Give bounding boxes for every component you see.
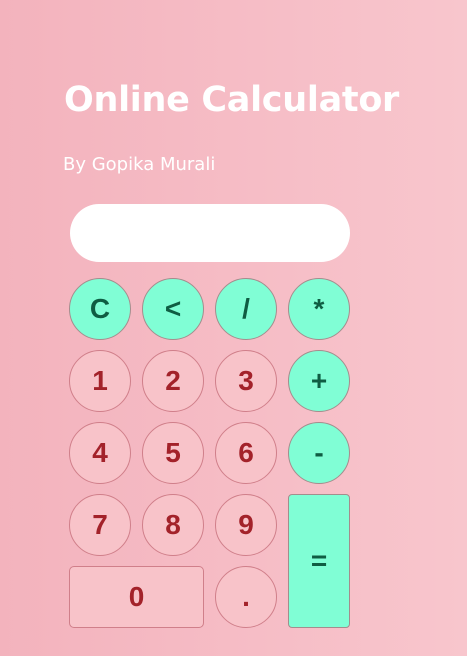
- multiply-label: *: [313, 293, 325, 324]
- digit-0-button[interactable]: 0: [69, 566, 204, 628]
- digit-3-button[interactable]: 3: [215, 350, 277, 412]
- digit-2-button[interactable]: 2: [142, 350, 204, 412]
- digit-1-button[interactable]: 1: [69, 350, 131, 412]
- digit-4-button[interactable]: 4: [69, 422, 131, 484]
- equals-label: =: [310, 545, 328, 576]
- backspace-button[interactable]: <: [142, 278, 204, 340]
- digit-5-label: 5: [165, 437, 181, 468]
- digit-8-label: 8: [165, 509, 181, 540]
- digit-6-button[interactable]: 6: [215, 422, 277, 484]
- author-credit: By Gopika Murali: [63, 154, 216, 175]
- digit-2-label: 2: [165, 365, 181, 396]
- clear-label: C: [89, 293, 111, 324]
- digit-9-button[interactable]: 9: [215, 494, 277, 556]
- digit-3-label: 3: [238, 365, 254, 396]
- clear-button[interactable]: C: [69, 278, 131, 340]
- digit-4-label: 4: [92, 437, 108, 468]
- digit-7-button[interactable]: 7: [69, 494, 131, 556]
- decimal-button[interactable]: .: [215, 566, 277, 628]
- digit-6-label: 6: [238, 437, 254, 468]
- digit-8-button[interactable]: 8: [142, 494, 204, 556]
- equals-button[interactable]: =: [288, 494, 350, 628]
- calculator-display[interactable]: [70, 204, 350, 262]
- digit-1-label: 1: [92, 365, 108, 396]
- digit-0-label: 0: [128, 581, 145, 612]
- divide-button[interactable]: /: [215, 278, 277, 340]
- decimal-label: .: [242, 581, 250, 612]
- multiply-button[interactable]: *: [288, 278, 350, 340]
- page-title: Online Calculator: [64, 80, 400, 120]
- backspace-label: <: [164, 293, 182, 324]
- add-button[interactable]: +: [288, 350, 350, 412]
- calculator-keypad: C < / * 1 2 3 + 4 5 6 - 7 8 9 = 0 .: [69, 278, 351, 632]
- digit-5-button[interactable]: 5: [142, 422, 204, 484]
- digit-9-label: 9: [238, 509, 254, 540]
- add-label: +: [310, 365, 328, 396]
- subtract-button[interactable]: -: [288, 422, 350, 484]
- subtract-label: -: [314, 437, 324, 468]
- divide-label: /: [242, 293, 250, 324]
- digit-7-label: 7: [92, 509, 108, 540]
